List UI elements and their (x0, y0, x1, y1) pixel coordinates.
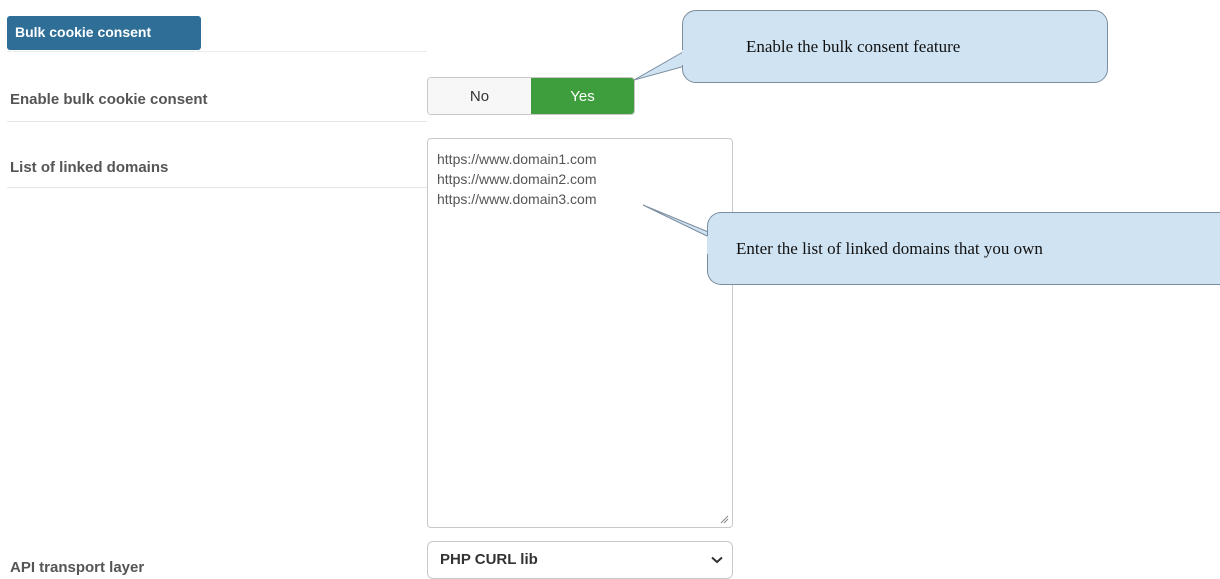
settings-page: Bulk cookie consent Enable bulk cookie c… (0, 0, 1220, 579)
callout-pointer-seams (682, 50, 709, 254)
